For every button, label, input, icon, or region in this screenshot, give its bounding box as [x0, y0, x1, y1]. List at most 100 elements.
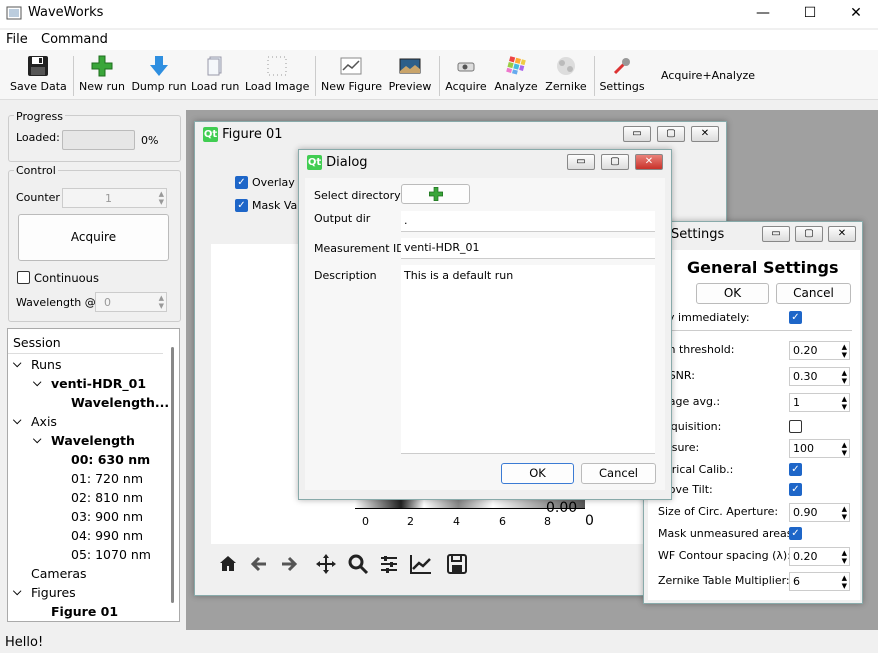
- restore-icon[interactable]: ▢: [795, 226, 823, 242]
- chevron-down-icon[interactable]: ⌵: [33, 376, 41, 390]
- setting-checkbox[interactable]: ✓: [789, 527, 802, 540]
- load-image-button[interactable]: Load Image: [245, 54, 309, 98]
- tree-run-child[interactable]: Wavelength...: [71, 395, 169, 410]
- dump-run-button[interactable]: Dump run: [131, 54, 187, 98]
- tree-wavelength-item[interactable]: 00: 630 nm: [71, 452, 150, 467]
- tree-wavelength[interactable]: Wavelength: [51, 433, 135, 448]
- tree-wavelength-item[interactable]: 03: 900 nm: [71, 509, 143, 524]
- apply-immediately-checkbox[interactable]: ✓: [789, 311, 802, 324]
- tree-runs[interactable]: Runs: [31, 357, 61, 372]
- chevron-down-icon[interactable]: ⌵: [13, 357, 21, 371]
- minimize-icon[interactable]: ▭: [567, 154, 595, 170]
- description-field[interactable]: This is a default run: [401, 265, 655, 454]
- dialog-ok-button[interactable]: OK: [501, 463, 574, 484]
- setting-spinbox[interactable]: 0.20 ▲ ▼: [789, 547, 850, 566]
- spin-arrows-icon[interactable]: ▲ ▼: [842, 574, 847, 590]
- tree-wavelength-item[interactable]: 02: 810 nm: [71, 490, 143, 505]
- tree-figure-item[interactable]: Figure 01: [51, 604, 118, 619]
- setting-checkbox[interactable]: ✓: [789, 483, 802, 496]
- continuous-checkbox[interactable]: [17, 271, 30, 284]
- load-run-button[interactable]: Load run: [191, 54, 239, 98]
- preview-button[interactable]: Preview: [387, 54, 433, 98]
- tree-axis[interactable]: Axis: [31, 414, 57, 429]
- restore-icon[interactable]: ▢: [601, 154, 629, 170]
- acquire-control-button[interactable]: Acquire: [18, 214, 169, 261]
- minimize-icon[interactable]: ▭: [762, 226, 790, 242]
- wavelength-spinbox[interactable]: 0 ▲ ▼: [95, 292, 167, 312]
- setting-spinbox[interactable]: 1 ▲ ▼: [789, 393, 850, 412]
- spin-arrows-icon[interactable]: ▲ ▼: [159, 294, 164, 310]
- new-run-button[interactable]: New run: [79, 54, 125, 98]
- tools-icon: [613, 58, 630, 75]
- status-message: Hello!: [5, 635, 44, 650]
- select-directory-button[interactable]: [401, 184, 470, 204]
- tree-run-item[interactable]: venti-HDR_01: [51, 376, 146, 391]
- setting-spinbox[interactable]: 0.20 ▲ ▼: [789, 341, 850, 360]
- settings-button[interactable]: Settings: [599, 54, 645, 98]
- spin-arrows-icon[interactable]: ▲ ▼: [842, 369, 847, 385]
- output-dir-field[interactable]: .: [401, 211, 655, 232]
- acquire-analyze-button[interactable]: Acquire+Analyze: [661, 69, 755, 82]
- save-data-button[interactable]: Save Data: [10, 54, 67, 98]
- chevron-down-icon[interactable]: ⌵: [33, 433, 41, 447]
- description-label: Description: [314, 269, 377, 282]
- line-chart-icon: [340, 57, 362, 75]
- close-icon[interactable]: ✕: [828, 226, 856, 242]
- save-figure-icon[interactable]: [446, 553, 468, 575]
- spin-arrows-icon[interactable]: ▲ ▼: [842, 395, 847, 411]
- tree-cameras[interactable]: Cameras: [31, 566, 87, 581]
- setting-spinbox[interactable]: 0.90 ▲ ▼: [789, 503, 850, 522]
- minimize-icon[interactable]: ▭: [623, 126, 651, 142]
- axes-edit-icon[interactable]: [409, 553, 433, 575]
- new-figure-button[interactable]: New Figure: [321, 54, 382, 98]
- settings-ok-button[interactable]: OK: [696, 283, 769, 304]
- plus-icon: [91, 55, 113, 77]
- setting-checkbox[interactable]: ✓: [789, 463, 802, 476]
- zernike-button[interactable]: Zernike: [543, 54, 589, 98]
- spin-arrows-icon[interactable]: ▲ ▼: [842, 505, 847, 521]
- close-icon[interactable]: ✕: [635, 154, 663, 170]
- spin-arrows-icon[interactable]: ▲ ▼: [842, 343, 847, 359]
- mask-values-checkbox[interactable]: ✓: [235, 199, 248, 212]
- tree-wavelength-item[interactable]: 04: 990 nm: [71, 528, 143, 543]
- setting-spinbox[interactable]: 0.30 ▲ ▼: [789, 367, 850, 386]
- settings-cancel-button[interactable]: Cancel: [776, 283, 851, 304]
- forward-arrow-icon[interactable]: [278, 553, 300, 575]
- setting-spinbox[interactable]: 100 ▲ ▼: [789, 439, 850, 458]
- menu-file[interactable]: File: [6, 32, 28, 47]
- pan-icon[interactable]: [315, 553, 337, 575]
- configure-subplots-icon[interactable]: [378, 553, 400, 575]
- acquire-button[interactable]: Acquire: [444, 54, 488, 98]
- counter-spinbox[interactable]: 1 ▲ ▼: [62, 188, 167, 208]
- close-icon[interactable]: ✕: [833, 2, 878, 24]
- minimize-icon[interactable]: —: [740, 2, 786, 24]
- zoom-icon[interactable]: [347, 553, 369, 575]
- setting-label: Mask unmeasured areas:: [658, 527, 797, 540]
- tree-wavelength-item[interactable]: 01: 720 nm: [71, 471, 143, 486]
- spin-arrows-icon[interactable]: ▲ ▼: [842, 441, 847, 457]
- chevron-down-icon[interactable]: ⌵: [13, 585, 21, 599]
- restore-icon[interactable]: ▢: [657, 126, 685, 142]
- tick-label: 2: [407, 515, 414, 528]
- chevron-down-icon[interactable]: ⌵: [13, 414, 21, 428]
- menu-command[interactable]: Command: [41, 32, 108, 47]
- setting-spinbox[interactable]: 6 ▲ ▼: [789, 572, 850, 591]
- dialog-cancel-button[interactable]: Cancel: [581, 463, 656, 484]
- tree-scrollbar[interactable]: [171, 347, 174, 603]
- session-tree[interactable]: Session ⌵ Runs ⌵ venti-HDR_01 Wavelength…: [7, 328, 180, 622]
- home-icon[interactable]: [217, 553, 239, 575]
- close-icon[interactable]: ✕: [691, 126, 719, 142]
- app-title: WaveWorks: [28, 5, 104, 20]
- tree-figures[interactable]: Figures: [31, 585, 76, 600]
- tree-wavelength-item[interactable]: 05: 1070 nm: [71, 547, 151, 562]
- measurement-id-field[interactable]: venti-HDR_01: [401, 238, 655, 259]
- maximize-icon[interactable]: ☐: [787, 2, 833, 24]
- toolbar-separator: [315, 56, 316, 96]
- overlay-checkbox[interactable]: ✓: [235, 176, 248, 189]
- spin-arrows-icon[interactable]: ▲ ▼: [842, 549, 847, 565]
- setting-checkbox[interactable]: [789, 420, 802, 433]
- analyze-button[interactable]: Analyze: [494, 54, 538, 98]
- back-arrow-icon[interactable]: [248, 553, 270, 575]
- tick-label: 6: [499, 515, 506, 528]
- spin-arrows-icon[interactable]: ▲ ▼: [159, 190, 164, 206]
